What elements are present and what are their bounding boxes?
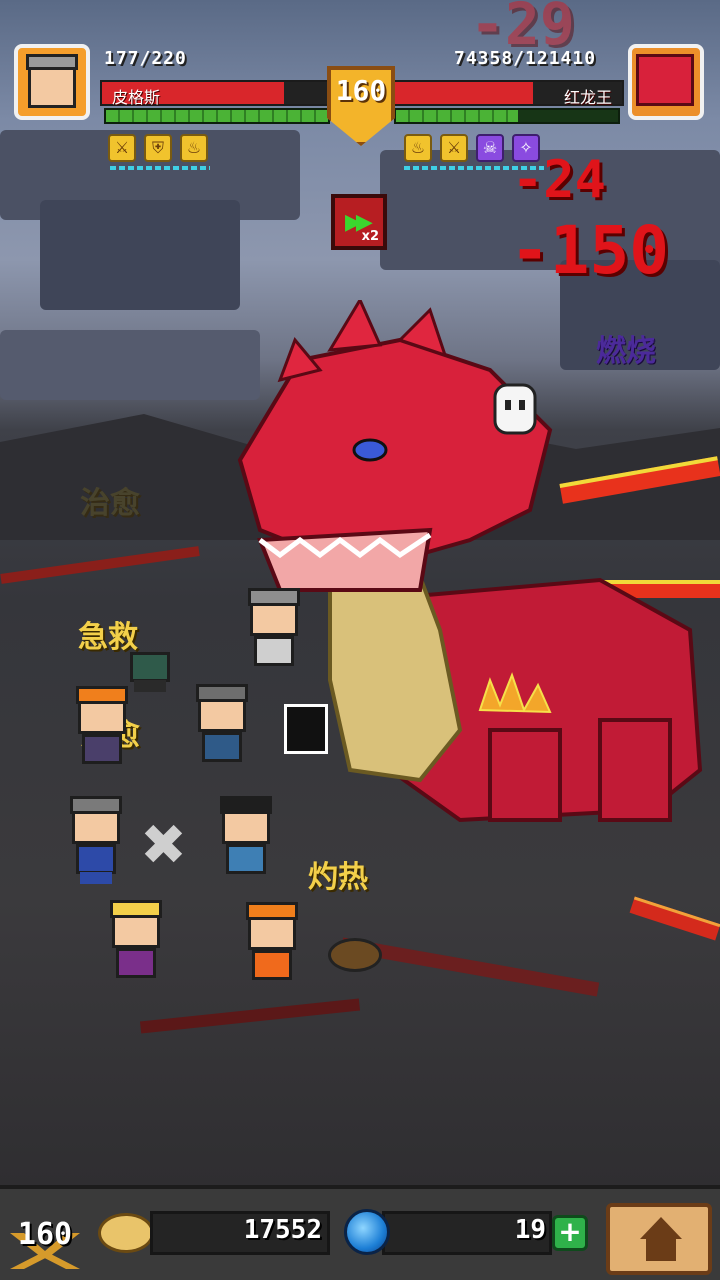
dragon-eye	[352, 438, 388, 462]
ghost-debuff-icon	[493, 383, 537, 435]
red-dragon-boss[interactable]	[220, 300, 720, 840]
player-portrait-hair	[26, 54, 78, 70]
hero-overalls[interactable]	[64, 796, 128, 884]
scorch-text: 灼热	[308, 860, 368, 895]
lava-crack	[139, 998, 361, 1034]
gem-amount: 19	[514, 1215, 546, 1245]
hero-goggles[interactable]	[240, 902, 304, 990]
blue-gem-icon	[344, 1209, 390, 1255]
dragon-spike	[327, 300, 383, 352]
hero-hair	[248, 588, 300, 606]
home-icon	[640, 1217, 682, 1239]
lava-crack	[340, 937, 600, 997]
hero-hair	[110, 900, 162, 918]
debuff-fire-icon[interactable]: ♨	[404, 134, 432, 162]
hero-hair	[196, 684, 248, 702]
hero-blonde[interactable]	[104, 900, 168, 988]
dragon-leg	[598, 718, 672, 822]
player-hp-bar: 皮格斯	[100, 80, 332, 107]
speed-label: x2	[361, 229, 379, 244]
hero-grey-hair[interactable]	[190, 684, 254, 772]
debuff-sword-icon[interactable]: ⚔	[440, 134, 468, 162]
buff-fire-icon[interactable]: ♨	[180, 134, 208, 162]
hero-body	[254, 636, 294, 666]
hero-black-hair[interactable]	[214, 796, 278, 884]
hero-body	[202, 732, 242, 762]
buff-sword-icon[interactable]: ⚔	[108, 134, 136, 162]
boss-hp-fill	[394, 82, 534, 104]
damage-number: -29	[470, 0, 575, 58]
hero-body	[252, 950, 292, 980]
gold-coin-icon	[98, 1213, 154, 1253]
boss-portrait-dragon	[636, 54, 694, 106]
hero-body	[116, 948, 156, 978]
damage-number: -150	[510, 212, 669, 289]
hero-legs	[80, 872, 112, 884]
debuff-curse-icon[interactable]: ☠	[476, 134, 504, 162]
hero-legs	[134, 680, 166, 692]
hero-hair	[220, 796, 272, 814]
hero-green-vest[interactable]	[118, 608, 182, 692]
lava-crack	[0, 546, 200, 584]
hero-body	[76, 844, 116, 874]
hero-body	[130, 652, 170, 682]
buff-shield-icon[interactable]: ⛨	[144, 134, 172, 162]
level-number: 160	[335, 74, 387, 107]
add-gems-button[interactable]: +	[552, 1215, 588, 1251]
black-flag-icon	[284, 704, 328, 754]
player-energy-bar	[104, 108, 330, 124]
hero-hair	[76, 686, 128, 704]
player-name: 皮格斯	[112, 88, 161, 107]
level-number: 160	[17, 1217, 73, 1252]
speed-x2-button[interactable]: ▶▶ x2	[331, 194, 387, 250]
gold-amount: 17552	[243, 1215, 322, 1245]
hero-hair	[246, 902, 298, 920]
hero-body	[82, 734, 122, 764]
level-badge[interactable]: 160	[8, 1203, 82, 1273]
heal-text-faded: 治愈	[80, 486, 140, 521]
damage-number: -24	[512, 150, 606, 210]
player-hp-text: 177/220	[104, 48, 187, 69]
player-energy-fill	[106, 110, 328, 122]
dragon-mouth	[257, 527, 433, 592]
buff-duration-dots	[110, 166, 210, 170]
storm-cloud	[40, 200, 240, 310]
boss-hp-bar: 红龙王	[392, 80, 624, 107]
hero-grey-cap[interactable]	[242, 588, 306, 676]
bottom-bar: 160 17552 19 +	[0, 1185, 720, 1280]
hero-body	[226, 844, 266, 874]
hero-orange-hair[interactable]	[70, 686, 134, 774]
home-button[interactable]	[606, 1203, 712, 1275]
frying-pan-icon	[328, 938, 382, 972]
boss-energy-fill	[396, 110, 519, 122]
boss-name: 红龙王	[563, 88, 612, 107]
boss-energy-bar	[394, 108, 620, 124]
player-avatar[interactable]	[14, 44, 90, 120]
boss-avatar[interactable]	[628, 44, 704, 120]
crossed-swords-icon: ✖	[140, 813, 187, 878]
home-icon-base	[646, 1239, 676, 1261]
dragon-leg	[488, 728, 562, 822]
status-burn-text: 燃烧	[596, 334, 656, 369]
lava-stream	[629, 896, 720, 941]
hero-hair	[70, 796, 122, 814]
